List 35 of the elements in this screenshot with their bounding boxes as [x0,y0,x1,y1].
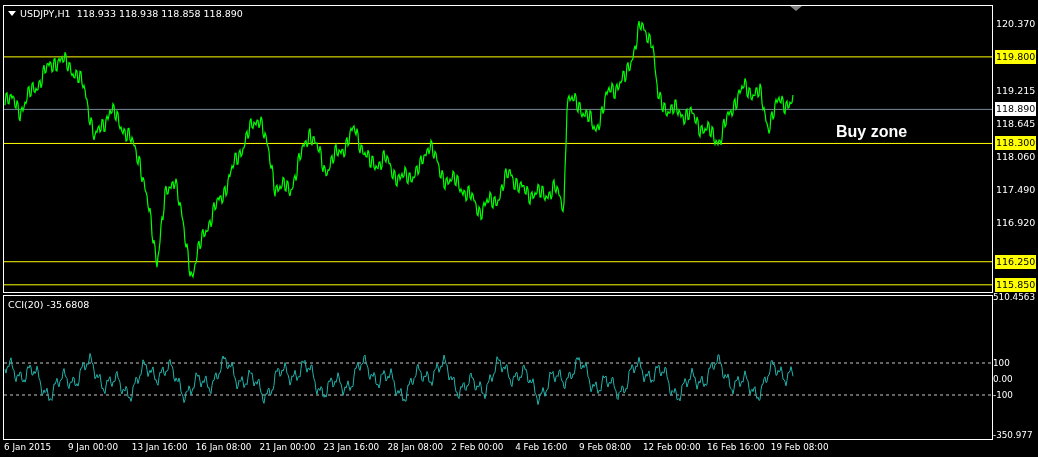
price-level-tag: 119.800 [995,49,1037,64]
price-axis-label: 119.215 [995,83,1037,98]
indicator-axis-label: -100 [993,389,1013,402]
indicator-axis-label: -350.977 [993,429,1033,443]
time-axis-label: 2 Feb 00:00 [451,442,504,452]
price-level-tag: 116.250 [995,254,1037,269]
time-axis-label: 4 Feb 16:00 [515,442,568,452]
time-axis-label: 28 Jan 08:00 [387,442,444,452]
time-axis-label: 16 Feb 16:00 [706,442,765,452]
time-axis-label: 9 Jan 00:00 [67,442,118,452]
price-level-tag: 118.890 [995,102,1037,117]
time-axis-label: 9 Feb 08:00 [579,442,632,452]
price-axis-label: 116.920 [995,216,1037,231]
price-axis-label: 118.060 [995,150,1037,165]
price-level-tag: 115.850 [995,277,1037,292]
indicator-label: CCI(20) -35.6808 [8,299,90,310]
chart-annotation: Buy zone [836,123,908,141]
time-axis-label: 21 Jan 00:00 [259,442,316,452]
shift-marker-icon [790,6,802,11]
time-axis-label: 19 Feb 08:00 [770,442,829,452]
ohlc-prices: 118.933 118.938 118.858 118.890 [76,8,243,19]
indicator-axis-label: 0.00 [993,373,1013,386]
price-axis-label: 118.645 [995,116,1037,131]
dropdown-icon[interactable] [8,11,16,16]
symbol-label: USDJPY,H1 [20,8,71,19]
indicator-axis-label: 100 [993,357,1010,370]
time-axis-label: 13 Jan 16:00 [131,442,188,452]
price-level-tag: 118.300 [995,136,1037,151]
time-axis-label: 6 Jan 2015 [4,442,52,452]
price-axis-label: 117.490 [995,183,1037,198]
time-axis-label: 23 Jan 16:00 [323,442,380,452]
time-axis-label: 16 Jan 08:00 [195,442,252,452]
time-axis-label: 12 Feb 00:00 [643,442,701,452]
price-axis-label: 120.370 [995,17,1037,31]
indicator-axis-label: 510.4563 [993,291,1035,305]
